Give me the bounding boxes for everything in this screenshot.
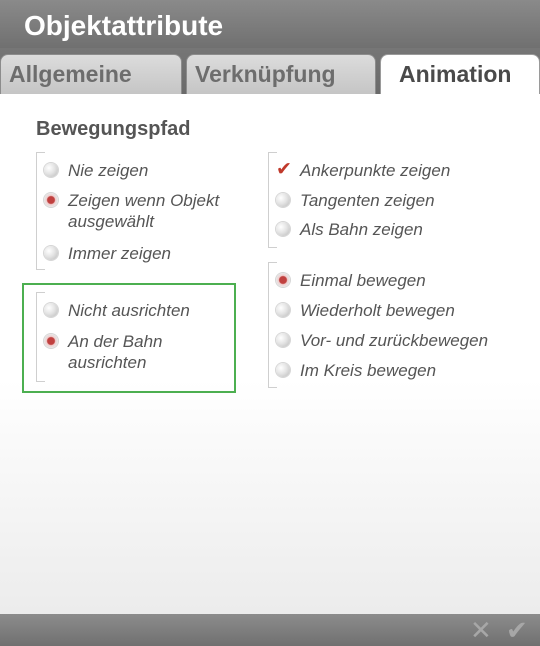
radio-button[interactable] — [276, 363, 290, 377]
radio-button[interactable] — [276, 333, 290, 347]
radio-button[interactable] — [276, 303, 290, 317]
radio-nie-zeigen[interactable]: Nie zeigen — [44, 160, 148, 181]
radio-an-der-bahn-ausrichten[interactable]: An der Bahn ausrichten — [44, 331, 163, 373]
option-label: Einmal bewegen — [300, 271, 426, 290]
radio-button[interactable] — [44, 303, 58, 317]
title-bar: Objektattribute — [0, 0, 540, 50]
option-label: An der Bahn — [68, 332, 163, 351]
option-label: Zeigen wenn Objekt — [68, 191, 220, 210]
checkbox-ankerpunkte-zeigen[interactable]: ✔ Ankerpunkte zeigen — [276, 159, 451, 181]
option-label: Als Bahn zeigen — [300, 220, 423, 239]
radio-tangenten-zeigen[interactable]: Tangenten zeigen — [276, 190, 435, 211]
radio-button-selected[interactable] — [44, 334, 58, 348]
radio-button-selected[interactable] — [44, 193, 58, 207]
option-label: Immer zeigen — [68, 244, 171, 263]
tab-animation[interactable]: Animation — [380, 54, 540, 96]
option-label: Tangenten zeigen — [300, 191, 435, 210]
radio-button[interactable] — [44, 246, 58, 260]
option-label: Ankerpunkte zeigen — [300, 161, 451, 180]
radio-button[interactable] — [276, 193, 290, 207]
tab-strip: Allgemeine Verknüpfung Animation — [0, 48, 540, 96]
option-label-line2: ausrichten — [68, 353, 147, 372]
radio-einmal-bewegen[interactable]: Einmal bewegen — [276, 270, 426, 291]
option-label: Nie zeigen — [68, 161, 149, 180]
option-label-line2: ausgewählt — [68, 212, 155, 231]
radio-immer-zeigen[interactable]: Immer zeigen — [44, 243, 171, 264]
window-title: Objektattribute — [24, 10, 224, 41]
radio-button-selected[interactable] — [276, 273, 290, 287]
radio-im-kreis-bewegen[interactable]: Im Kreis bewegen — [276, 360, 436, 381]
radio-button[interactable] — [44, 163, 58, 177]
radio-zeigen-wenn-objekt-ausgewaehlt[interactable]: Zeigen wenn Objekt ausgewählt — [44, 190, 219, 232]
tab-allgemeine[interactable]: Allgemeine — [0, 54, 182, 96]
checkmark-icon[interactable]: ✔ — [276, 159, 292, 180]
close-icon[interactable]: ✕ — [470, 614, 492, 646]
radio-nicht-ausrichten[interactable]: Nicht ausrichten — [44, 300, 190, 321]
radio-wiederholt-bewegen[interactable]: Wiederholt bewegen — [276, 300, 455, 321]
group-bracket — [268, 152, 277, 248]
radio-als-bahn-zeigen[interactable]: Als Bahn zeigen — [276, 219, 423, 240]
option-label: Nicht ausrichten — [68, 301, 190, 320]
radio-vor-und-zurueckbewegen[interactable]: Vor- und zurückbewegen — [276, 330, 488, 351]
option-label: Im Kreis bewegen — [300, 361, 437, 380]
group-bracket — [36, 292, 45, 382]
group-bracket — [36, 152, 45, 270]
option-label: Vor- und zurückbewegen — [300, 331, 489, 350]
checkmark-icon[interactable]: ✔ — [506, 614, 528, 646]
radio-button[interactable] — [276, 222, 290, 236]
footer-bar: ✕ ✔ — [0, 614, 540, 646]
section-title: Bewegungspfad — [36, 118, 191, 140]
tab-verknuepfung[interactable]: Verknüpfung — [186, 54, 376, 96]
option-label: Wiederholt bewegen — [300, 301, 455, 320]
group-bracket — [268, 262, 277, 388]
